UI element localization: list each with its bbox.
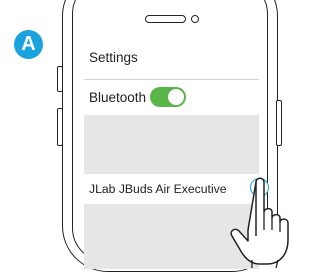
step-badge: A bbox=[14, 30, 43, 59]
toggle-knob bbox=[168, 89, 184, 105]
pointing-hand-icon bbox=[230, 177, 289, 269]
step-letter: A bbox=[21, 33, 36, 55]
phone-side-button-right bbox=[276, 100, 282, 146]
camera-dot bbox=[191, 15, 199, 23]
device-name: JLab JBuds Air Executive bbox=[89, 182, 227, 196]
speaker-grille bbox=[145, 15, 186, 23]
phone-side-button-left-2 bbox=[57, 108, 63, 146]
bluetooth-toggle[interactable] bbox=[150, 87, 186, 107]
section-gap bbox=[84, 115, 259, 174]
settings-header: Settings bbox=[84, 41, 259, 74]
phone-side-button-left bbox=[57, 66, 63, 92]
page-title: Settings bbox=[89, 50, 138, 65]
bluetooth-label: Bluetooth bbox=[89, 90, 147, 105]
